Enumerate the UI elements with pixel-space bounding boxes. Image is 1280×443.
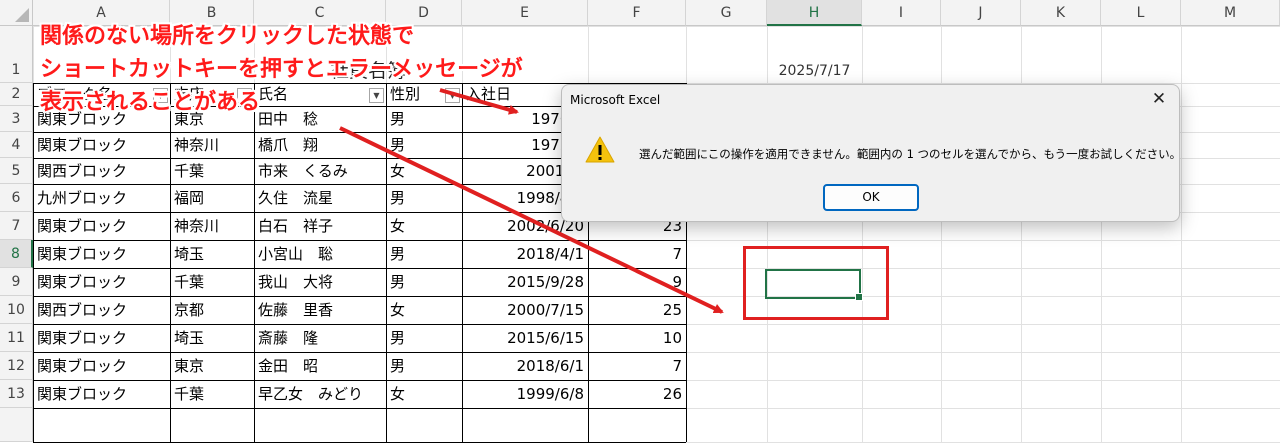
active-cell-h8[interactable] [765, 269, 863, 301]
cell-block[interactable]: 関西ブロック [33, 158, 170, 184]
cell-name[interactable]: 佐藤 里香 [254, 296, 386, 324]
fill-handle[interactable] [855, 293, 863, 301]
warning-icon [585, 136, 615, 163]
cell-block[interactable]: 関東ブロック [33, 240, 170, 268]
cell-years[interactable]: 25 [588, 296, 686, 324]
cell-branch[interactable]: 神奈川 [170, 212, 254, 240]
cell-date[interactable]: 1999/6/8 [462, 380, 588, 408]
cell-sex[interactable]: 男 [386, 240, 462, 268]
cell-date[interactable]: 2015/6/15 [462, 324, 588, 352]
cell-name[interactable]: 小宮山 聡 [254, 240, 386, 268]
cell-years[interactable]: 10 [588, 324, 686, 352]
cell-name[interactable]: 市来 くるみ [254, 158, 386, 184]
column-header-i[interactable]: I [862, 0, 941, 26]
cell-years[interactable]: 7 [588, 240, 686, 268]
cell-branch[interactable]: 埼玉 [170, 240, 254, 268]
cell-branch[interactable]: 千葉 [170, 380, 254, 408]
dialog-title: Microsoft Excel [570, 93, 661, 107]
cell-block[interactable]: 関東ブロック [33, 380, 170, 408]
row-header-5[interactable]: 5 [0, 158, 33, 184]
cell-branch[interactable]: 千葉 [170, 268, 254, 296]
cell-name[interactable]: 早乙女 みどり [254, 380, 386, 408]
row-header-12[interactable]: 12 [0, 352, 33, 380]
cell-name[interactable]: 久住 流星 [254, 184, 386, 212]
row-header-10[interactable]: 10 [0, 296, 33, 324]
cell-sex[interactable]: 男 [386, 268, 462, 296]
cell-sex[interactable]: 女 [386, 380, 462, 408]
cell-sex[interactable]: 男 [386, 352, 462, 380]
annotation-line-2: ショートカットキーを押すとエラーメッセージが [40, 57, 523, 82]
cell-years[interactable]: 26 [588, 380, 686, 408]
annotation-line-3: 表示されることがある [40, 90, 261, 115]
row-header-7[interactable]: 7 [0, 212, 33, 240]
cell-block[interactable]: 九州ブロック [33, 184, 170, 212]
cell-name[interactable]: 我山 大将 [254, 268, 386, 296]
annotation-text: 関係のない場所をクリックした状態で ショートカットキーを押すとエラーメッセージが… [40, 20, 523, 119]
annotation-line-1: 関係のない場所をクリックした状態で [40, 24, 415, 49]
cell-name[interactable]: 白石 祥子 [254, 212, 386, 240]
cell-block[interactable]: 関東ブロック [33, 212, 170, 240]
cell-date[interactable]: 2015/9/28 [462, 268, 588, 296]
cell-sex[interactable]: 女 [386, 212, 462, 240]
row-header-2[interactable]: 2 [0, 83, 33, 106]
row-header-11[interactable]: 11 [0, 324, 33, 352]
cell-branch[interactable]: 埼玉 [170, 324, 254, 352]
cell-block[interactable]: 関東ブロック [33, 268, 170, 296]
cell-branch[interactable]: 京都 [170, 296, 254, 324]
close-icon[interactable]: ✕ [1149, 89, 1169, 109]
column-header-l[interactable]: L [1101, 0, 1181, 26]
column-header-k[interactable]: K [1021, 0, 1101, 26]
cell-block[interactable]: 関東ブロック [33, 352, 170, 380]
column-header-m[interactable]: M [1181, 0, 1280, 26]
row-header-partial[interactable] [0, 408, 33, 442]
column-header-g[interactable]: G [686, 0, 767, 26]
cell-branch[interactable]: 神奈川 [170, 132, 254, 158]
cell-years[interactable]: 7 [588, 352, 686, 380]
cell-years[interactable]: 9 [588, 268, 686, 296]
row-header-13[interactable]: 13 [0, 380, 33, 408]
dialog-message: 選んだ範囲にこの操作を適用できません。範囲内の 1 つのセルを選んでから、もう一… [639, 147, 1182, 161]
cell-block[interactable]: 関東ブロック [33, 132, 170, 158]
row-header-1[interactable]: 1 [0, 26, 33, 83]
column-header-h[interactable]: H [767, 0, 862, 26]
row-header-8[interactable]: 8 [0, 240, 33, 268]
date-cell[interactable]: 2025/7/17 [767, 58, 862, 84]
cell-name[interactable]: 金田 昭 [254, 352, 386, 380]
table-border [33, 408, 686, 409]
cell-branch[interactable]: 千葉 [170, 158, 254, 184]
cell-date[interactable]: 2000/7/15 [462, 296, 588, 324]
select-all-corner[interactable] [0, 0, 33, 26]
cell-branch[interactable]: 東京 [170, 352, 254, 380]
row-header-9[interactable]: 9 [0, 268, 33, 296]
cell-block[interactable]: 関東ブロック [33, 324, 170, 352]
row-header-6[interactable]: 6 [0, 184, 33, 212]
cell-sex[interactable]: 女 [386, 158, 462, 184]
cell-sex[interactable]: 女 [386, 296, 462, 324]
row-header-3[interactable]: 3 [0, 106, 33, 132]
column-header-j[interactable]: J [941, 0, 1021, 26]
cell-sex[interactable]: 男 [386, 324, 462, 352]
cell-block[interactable]: 関西ブロック [33, 296, 170, 324]
cell-sex[interactable]: 男 [386, 184, 462, 212]
column-header-f[interactable]: F [588, 0, 686, 26]
error-dialog: Microsoft Excel ✕ 選んだ範囲にこの操作を適用できません。範囲内… [561, 84, 1182, 222]
ok-button[interactable]: OK [823, 184, 919, 211]
cell-sex[interactable]: 男 [386, 132, 462, 158]
row-header-4[interactable]: 4 [0, 132, 33, 158]
cell-date[interactable]: 2018/6/1 [462, 352, 588, 380]
cell-name[interactable]: 斎藤 隆 [254, 324, 386, 352]
cell-branch[interactable]: 福岡 [170, 184, 254, 212]
cell-name[interactable]: 橋爪 翔 [254, 132, 386, 158]
cell-date[interactable]: 2018/4/1 [462, 240, 588, 268]
